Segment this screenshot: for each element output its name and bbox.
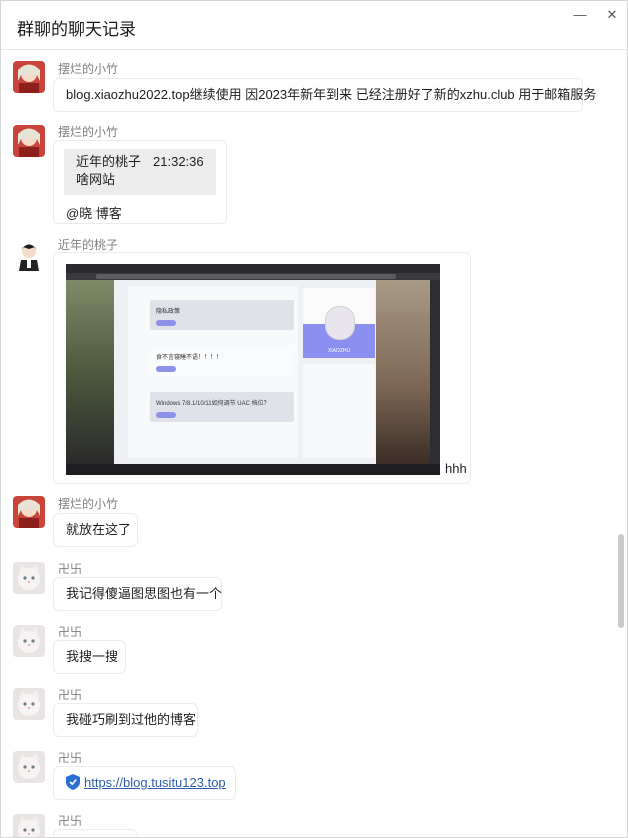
boy-avatar[interactable] bbox=[13, 239, 45, 271]
post-title: 隐私政策 bbox=[156, 309, 181, 315]
sender-name: 卍卐 bbox=[58, 562, 83, 576]
message-text: @晓 博客 bbox=[66, 206, 122, 221]
sender-name: 卍卐 bbox=[58, 688, 83, 702]
title-bar: 群聊的聊天记录 — ✕ bbox=[1, 1, 627, 50]
profile-card: XIAOZHU bbox=[303, 288, 375, 358]
message-list[interactable]: 摆烂的小竹 blog.xiaozhu2022.top继续使用 因2023年新年到… bbox=[1, 50, 615, 837]
background-art-right bbox=[376, 280, 430, 464]
white-cat-avatar[interactable] bbox=[13, 814, 45, 837]
sender-name: 卍卐 bbox=[58, 625, 83, 639]
anime-girl-avatar[interactable] bbox=[13, 496, 45, 528]
message-bubble[interactable]: https://blog.tusitu123.top bbox=[53, 766, 236, 800]
minimize-button[interactable]: — bbox=[572, 7, 588, 23]
browser-address-bar bbox=[66, 273, 440, 280]
post-title: Windows 7/8.1/10/11如何调节 UAC 档位？ bbox=[156, 401, 270, 407]
scrollbar-thumb[interactable] bbox=[618, 534, 624, 628]
chat-history-window: 群聊的聊天记录 — ✕ 摆烂的小竹 blog.xiaozhu2022.top继续… bbox=[0, 0, 628, 838]
white-cat-avatar[interactable] bbox=[13, 562, 45, 594]
image-message-bubble[interactable]: 隐私政策 食不言寝睡不语！！！！ Windows 7/8.1/10/11如何调节… bbox=[53, 252, 471, 484]
blog-page: 隐私政策 食不言寝睡不语！！！！ Windows 7/8.1/10/11如何调节… bbox=[66, 280, 440, 464]
browser-tab-strip bbox=[66, 264, 440, 273]
post-item: Windows 7/8.1/10/11如何调节 UAC 档位？ bbox=[150, 392, 294, 422]
post-item: 隐私政策 bbox=[150, 300, 294, 330]
blog-link[interactable]: https://blog.tusitu123.top bbox=[84, 775, 226, 790]
message-bubble[interactable]: 我搜一搜 bbox=[53, 640, 126, 674]
browser-sidebar bbox=[430, 280, 440, 464]
anime-girl-avatar[interactable] bbox=[13, 61, 45, 93]
shield-icon bbox=[66, 770, 80, 790]
sender-name: 近年的桃子 bbox=[58, 238, 119, 252]
post-title: 食不言寝睡不语！！！！ bbox=[156, 355, 223, 361]
message-bubble[interactable]: 我记得傻逼图思图也有一个 bbox=[53, 577, 222, 611]
taskbar bbox=[66, 464, 440, 475]
window-title: 群聊的聊天记录 bbox=[17, 20, 136, 39]
message-bubble[interactable]: blog.xiaozhu2022.top继续使用 因2023年新年到来 已经注册… bbox=[53, 78, 596, 112]
message-bubble[interactable]: 我碰巧刷到过他的博客 bbox=[53, 703, 198, 737]
white-cat-avatar[interactable] bbox=[13, 751, 45, 783]
sender-name: 卍卐 bbox=[58, 814, 83, 828]
quoted-message[interactable]: 近年的桃子 21:32:36 啥网站 bbox=[64, 149, 216, 195]
sidebar-widgets bbox=[303, 364, 375, 458]
sender-name: 摆烂的小竹 bbox=[58, 125, 119, 139]
sender-name: 摆烂的小竹 bbox=[58, 497, 119, 511]
sender-name: 卍卐 bbox=[58, 751, 83, 765]
quote-time: 21:32:36 bbox=[153, 154, 204, 169]
quote-text: 啥网站 bbox=[76, 172, 116, 187]
close-button[interactable]: ✕ bbox=[604, 7, 620, 23]
post-item: 食不言寝睡不语！！！！ bbox=[150, 346, 294, 376]
white-cat-avatar[interactable] bbox=[13, 625, 45, 657]
background-art-left bbox=[66, 280, 114, 464]
quote-sender: 近年的桃子 bbox=[76, 154, 142, 169]
message-bubble[interactable]: 近年的桃子 21:32:36 啥网站 @晓 博客 bbox=[53, 140, 227, 224]
profile-name: XIAOZHU bbox=[327, 348, 351, 354]
screenshot-image[interactable]: 隐私政策 食不言寝睡不语！！！！ Windows 7/8.1/10/11如何调节… bbox=[66, 264, 440, 475]
image-caption: hhh bbox=[445, 461, 467, 476]
message-bubble[interactable]: 就放在这了 bbox=[53, 513, 138, 547]
sender-name: 摆烂的小竹 bbox=[58, 62, 119, 76]
message-bubble[interactable] bbox=[53, 829, 138, 837]
anime-girl-avatar[interactable] bbox=[13, 125, 45, 157]
white-cat-avatar[interactable] bbox=[13, 688, 45, 720]
